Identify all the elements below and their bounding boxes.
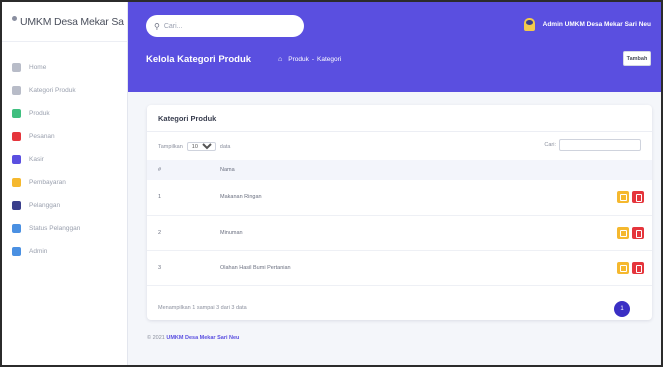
page-length-select[interactable]: 10: [186, 142, 216, 151]
table-row: 1 Makanan Ringan: [147, 180, 652, 215]
breadcrumb-item-kategori: Kategori: [317, 56, 342, 63]
home-icon: [12, 63, 21, 72]
table-header-row: # Nama: [147, 160, 652, 180]
row-category-name: Olahan Hasil Bumi Pertanian: [220, 264, 291, 271]
sidebar-item-label: Kasir: [29, 156, 44, 163]
category-card: Kategori Produk Tampilkan 10 data Cari: …: [147, 105, 652, 320]
sidebar-item[interactable]: Home: [2, 56, 127, 79]
user-menu[interactable]: Admin UMKM Desa Mekar Sari Neu: [523, 18, 651, 31]
row-actions: [580, 180, 652, 215]
delete-button[interactable]: [632, 191, 644, 204]
search-icon: ⚲: [154, 21, 160, 31]
page-length-control: Tampilkan 10 data: [158, 142, 230, 151]
sidebar-item-label: Home: [29, 64, 47, 71]
edit-button[interactable]: [617, 261, 629, 274]
table-body: 1 Makanan Ringan 2 Minuman 3 Olahan Hasil Bum…: [147, 180, 652, 285]
sidebar-item-label: Pelanggan: [29, 202, 61, 209]
sidebar-item[interactable]: Kategori Produk: [2, 79, 127, 102]
brand-name: UMKM Desa Mekar Sa: [20, 15, 124, 28]
brand-dot-icon: [12, 16, 17, 21]
footer: © 2021 UMKM Desa Mekar Sari Neu: [147, 335, 239, 341]
row-category-name: Minuman: [220, 229, 243, 236]
row-number: 1: [158, 194, 162, 201]
breadcrumb-item-produk[interactable]: Produk: [288, 56, 309, 63]
card-title: Kategori Produk: [147, 105, 652, 132]
row-number: 2: [158, 229, 162, 236]
column-header-no[interactable]: #: [147, 160, 220, 180]
sidebar-item-label: Pesanan: [29, 133, 55, 140]
table-info: Menampilkan 1 sampai 3 dari 3 data: [158, 305, 247, 311]
category-table: # Nama 1 Makanan Ringan 2 Minuman 3 Olahan Ha…: [147, 160, 652, 286]
edit-button[interactable]: [617, 191, 629, 204]
sidebar-item-label: Admin: [29, 248, 48, 255]
sidebar: UMKM Desa Mekar Sa Home Kategori Produk Pr…: [2, 2, 128, 365]
sidebar-item[interactable]: Pelanggan: [2, 194, 127, 217]
row-actions: [580, 250, 652, 285]
table-row: 3 Olahan Hasil Bumi Pertanian: [147, 250, 652, 285]
footer-copyright: © 2021: [147, 335, 165, 341]
home-icon[interactable]: ⌂: [278, 56, 282, 63]
delete-button[interactable]: [632, 226, 644, 239]
sidebar-menu: Home Kategori Produk Produk Pesanan Kasir Pem…: [2, 42, 127, 263]
show-suffix: data: [219, 143, 231, 150]
box-icon: [12, 109, 21, 118]
column-header-nama[interactable]: Nama: [220, 160, 580, 180]
edit-button[interactable]: [617, 226, 629, 239]
search-input[interactable]: ⚲ Cari...: [146, 15, 304, 37]
breadcrumb: ⌂ Produk - Kategori: [278, 56, 341, 63]
row-category-name: Makanan Ringan: [220, 194, 262, 201]
sidebar-item[interactable]: Status Pelanggan: [2, 217, 127, 240]
breadcrumb-separator: -: [311, 56, 315, 63]
page-title: Kelola Kategori Produk: [146, 54, 252, 65]
delete-button[interactable]: [632, 261, 644, 274]
user-icon: [12, 247, 21, 256]
show-prefix: Tampilkan: [158, 143, 183, 150]
table-controls: Tampilkan 10 data Cari:: [147, 132, 652, 160]
cash-register-icon: [12, 155, 21, 164]
table-search-label: Cari:: [544, 142, 556, 148]
brand-logo[interactable]: UMKM Desa Mekar Sa: [2, 2, 127, 42]
pagination-page-button[interactable]: 1: [614, 301, 630, 317]
search-placeholder: Cari...: [163, 22, 183, 30]
app-window: UMKM Desa Mekar Sa Home Kategori Produk Pr…: [0, 0, 663, 367]
row-number: 3: [158, 264, 162, 271]
footer-brand[interactable]: UMKM Desa Mekar Sari Neu: [166, 335, 239, 341]
tag-icon: [12, 86, 21, 95]
sidebar-item[interactable]: Admin: [2, 240, 127, 263]
sidebar-item[interactable]: Pembayaran: [2, 171, 127, 194]
topbar: ⚲ Cari... Admin UMKM Desa Mekar Sari Neu…: [128, 2, 661, 92]
add-category-button[interactable]: Tambah: [623, 51, 651, 66]
sidebar-item[interactable]: Produk: [2, 102, 127, 125]
cart-icon: [12, 132, 21, 141]
column-header-aksi: [580, 160, 652, 180]
table-search-input[interactable]: [559, 139, 641, 151]
avatar: [523, 18, 535, 31]
user-name: Admin UMKM Desa Mekar Sari Neu: [542, 21, 651, 28]
sidebar-item-label: Pembayaran: [29, 179, 66, 186]
sidebar-item-label: Produk: [29, 110, 50, 117]
table-row: 2 Minuman: [147, 215, 652, 250]
sidebar-item[interactable]: Pesanan: [2, 125, 127, 148]
row-actions: [580, 215, 652, 250]
user-check-icon: [12, 224, 21, 233]
sidebar-item[interactable]: Kasir: [2, 148, 127, 171]
sidebar-item-label: Status Pelanggan: [29, 225, 81, 232]
sidebar-item-label: Kategori Produk: [29, 87, 76, 94]
users-icon: [12, 201, 21, 210]
money-icon: [12, 178, 21, 187]
